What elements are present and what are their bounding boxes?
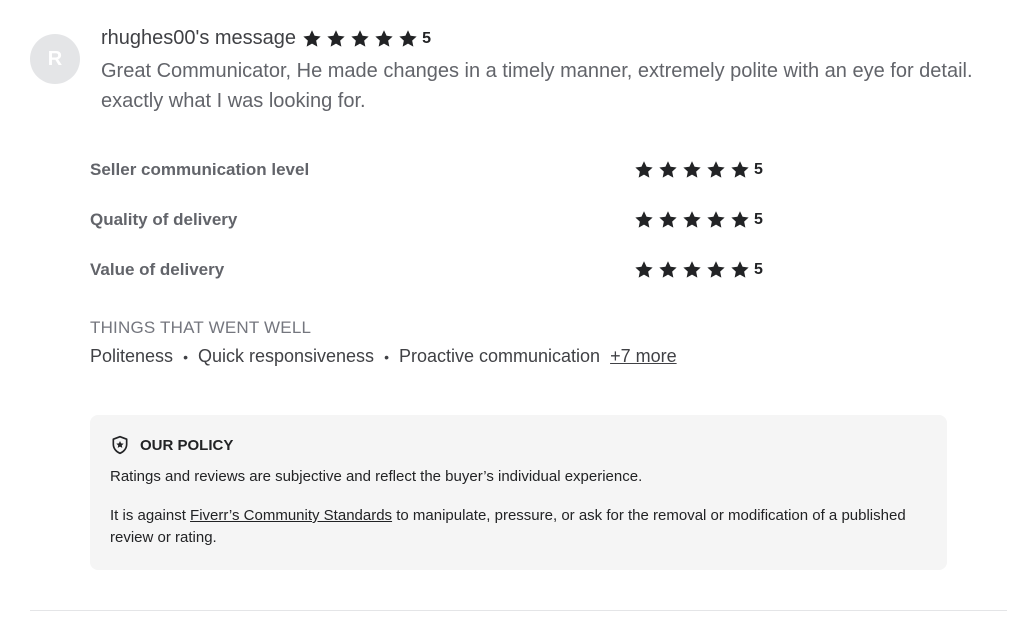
star-icon bbox=[374, 29, 394, 49]
star-icon bbox=[350, 29, 370, 49]
shield-star-icon bbox=[110, 435, 130, 455]
rating-row: Quality of delivery 5 bbox=[90, 196, 790, 246]
star-icon bbox=[682, 160, 702, 180]
policy-text: Ratings and reviews are subjective and r… bbox=[110, 468, 643, 485]
star-icon bbox=[634, 260, 654, 280]
reviewer-name: rhughes00's message bbox=[101, 27, 297, 49]
rating-stars: 5 bbox=[634, 260, 763, 280]
policy-header: OUR POLICY bbox=[110, 435, 233, 455]
divider bbox=[30, 610, 1007, 611]
rating-stars: 5 bbox=[634, 160, 763, 180]
star-icon bbox=[730, 210, 750, 230]
policy-text-before: It is against bbox=[110, 507, 191, 524]
went-well-title: THINGS THAT WENT WELL bbox=[90, 318, 312, 337]
star-icon bbox=[658, 260, 678, 280]
star-icon bbox=[706, 210, 726, 230]
tag: Politeness bbox=[90, 346, 174, 366]
star-icon bbox=[658, 160, 678, 180]
rating-breakdown: Seller communication level 5 Quality of … bbox=[90, 146, 790, 296]
tag-separator: • bbox=[384, 348, 389, 365]
star-icon bbox=[326, 29, 346, 49]
star-icon bbox=[398, 29, 418, 49]
review-header: rhughes00's message 5 bbox=[101, 27, 431, 50]
rating-label: Seller communication level bbox=[90, 160, 310, 179]
star-icon bbox=[730, 260, 750, 280]
tag: Quick responsiveness bbox=[197, 346, 375, 366]
avatar-initial: R bbox=[47, 47, 63, 70]
rating-stars: 5 bbox=[634, 210, 763, 230]
rating-label: Quality of delivery bbox=[90, 210, 238, 229]
rating-score: 5 bbox=[754, 161, 763, 178]
community-standards-link[interactable]: Fiverr’s Community Standards bbox=[190, 507, 392, 524]
rating-row: Seller communication level 5 bbox=[90, 146, 790, 196]
policy-text: It is against Fiverr’s Community Standar… bbox=[110, 505, 920, 549]
star-icon bbox=[706, 160, 726, 180]
star-icon bbox=[634, 210, 654, 230]
policy-title: OUR POLICY bbox=[140, 436, 234, 454]
star-icon bbox=[302, 29, 322, 49]
star-icon bbox=[682, 260, 702, 280]
tag-separator: • bbox=[183, 348, 188, 365]
rating-row: Value of delivery 5 bbox=[90, 246, 790, 296]
more-tags-link[interactable]: +7 more bbox=[610, 346, 677, 367]
rating-label: Value of delivery bbox=[90, 260, 225, 279]
policy-box: OUR POLICY Ratings and reviews are subje… bbox=[90, 415, 947, 570]
tag: Proactive communication bbox=[398, 346, 601, 366]
star-icon bbox=[658, 210, 678, 230]
star-icon bbox=[682, 210, 702, 230]
review-score: 5 bbox=[422, 29, 431, 47]
things-went-well: THINGS THAT WENT WELL Politeness • Quick… bbox=[90, 318, 677, 367]
rating-score: 5 bbox=[754, 261, 763, 278]
went-well-tags: Politeness • Quick responsiveness • Proa… bbox=[90, 346, 677, 367]
avatar[interactable]: R bbox=[30, 34, 80, 84]
rating-score: 5 bbox=[754, 211, 763, 228]
review-message: Great Communicator, He made changes in a… bbox=[101, 60, 973, 112]
review-stars: 5 bbox=[302, 29, 431, 49]
star-icon bbox=[730, 160, 750, 180]
star-icon bbox=[634, 160, 654, 180]
star-icon bbox=[706, 260, 726, 280]
